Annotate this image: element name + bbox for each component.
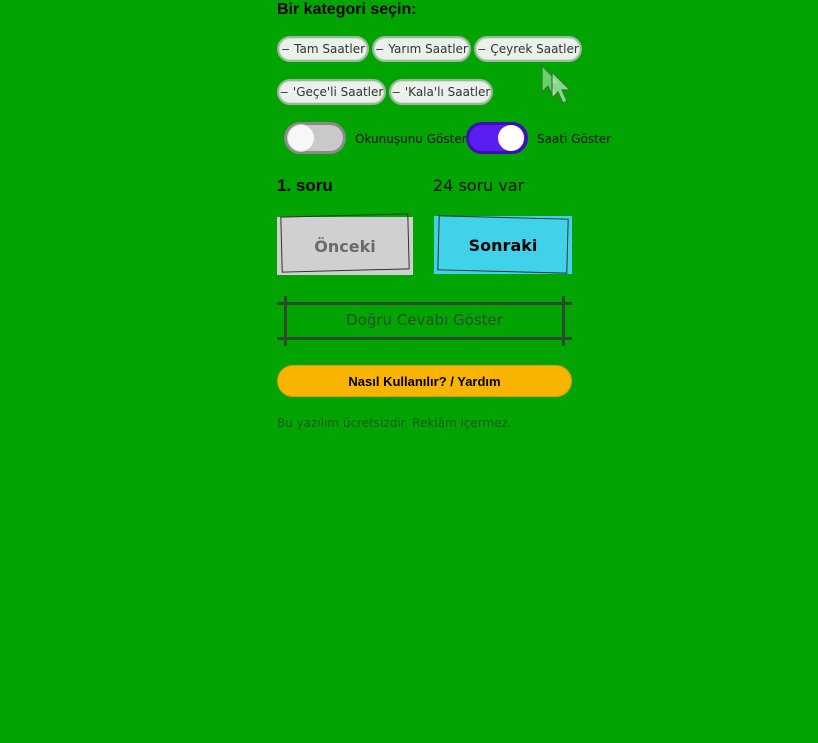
toggle-show-reading-label: Okunuşunu Göster — [355, 132, 467, 146]
minus-icon: − — [391, 85, 401, 99]
footer-note: Bu yazılım ücretsizdir. Reklâm içermez. — [277, 416, 512, 430]
category-chip-gece-li-saatler[interactable]: − 'Geçe'li Saatler — [277, 79, 386, 105]
frame-line — [277, 302, 572, 305]
toggle-knob — [498, 125, 524, 151]
show-answer-label: Doğru Cevabı Göster — [346, 311, 503, 329]
category-chip-label: 'Geçe'li Saatler — [292, 85, 384, 99]
button-sketch-frame — [437, 215, 569, 274]
category-chip-ceyrek-saatler[interactable]: − Çeyrek Saatler — [474, 36, 582, 62]
help-button[interactable]: Nasıl Kullanılır? / Yardım — [277, 365, 572, 397]
category-chip-label: Tam Saatler — [294, 42, 366, 56]
category-chip-label: Yarım Saatler — [388, 42, 468, 56]
toggle-show-reading[interactable] — [284, 122, 346, 154]
category-chip-tam-saatler[interactable]: − Tam Saatler — [277, 36, 369, 62]
toggle-show-time-label: Saati Göster — [537, 132, 612, 146]
next-button[interactable]: Sonraki — [434, 215, 572, 274]
category-heading: Bir kategori seçin: — [277, 1, 417, 18]
category-chip-kala-li-saatler[interactable]: − 'Kala'lı Saatler — [389, 79, 493, 105]
minus-icon: − — [280, 42, 291, 56]
toggle-knob — [288, 125, 314, 151]
category-chip-label: Çeyrek Saatler — [490, 42, 579, 56]
frame-line — [277, 337, 572, 340]
category-chip-yarim-saatler[interactable]: − Yarım Saatler — [372, 36, 471, 62]
button-sketch-frame — [280, 213, 410, 273]
previous-button[interactable]: Önceki — [277, 213, 413, 275]
mouse-pointer-icon — [541, 64, 572, 104]
category-chip-label: 'Kala'lı Saatler — [404, 85, 491, 99]
minus-icon: − — [279, 85, 289, 99]
question-number: 1. soru — [277, 176, 333, 195]
toggle-show-time[interactable] — [466, 122, 528, 154]
question-count: 24 soru var — [433, 176, 525, 195]
show-answer-button[interactable]: Doğru Cevabı Göster — [277, 296, 572, 346]
minus-icon: − — [375, 42, 385, 56]
minus-icon: − — [477, 42, 487, 56]
